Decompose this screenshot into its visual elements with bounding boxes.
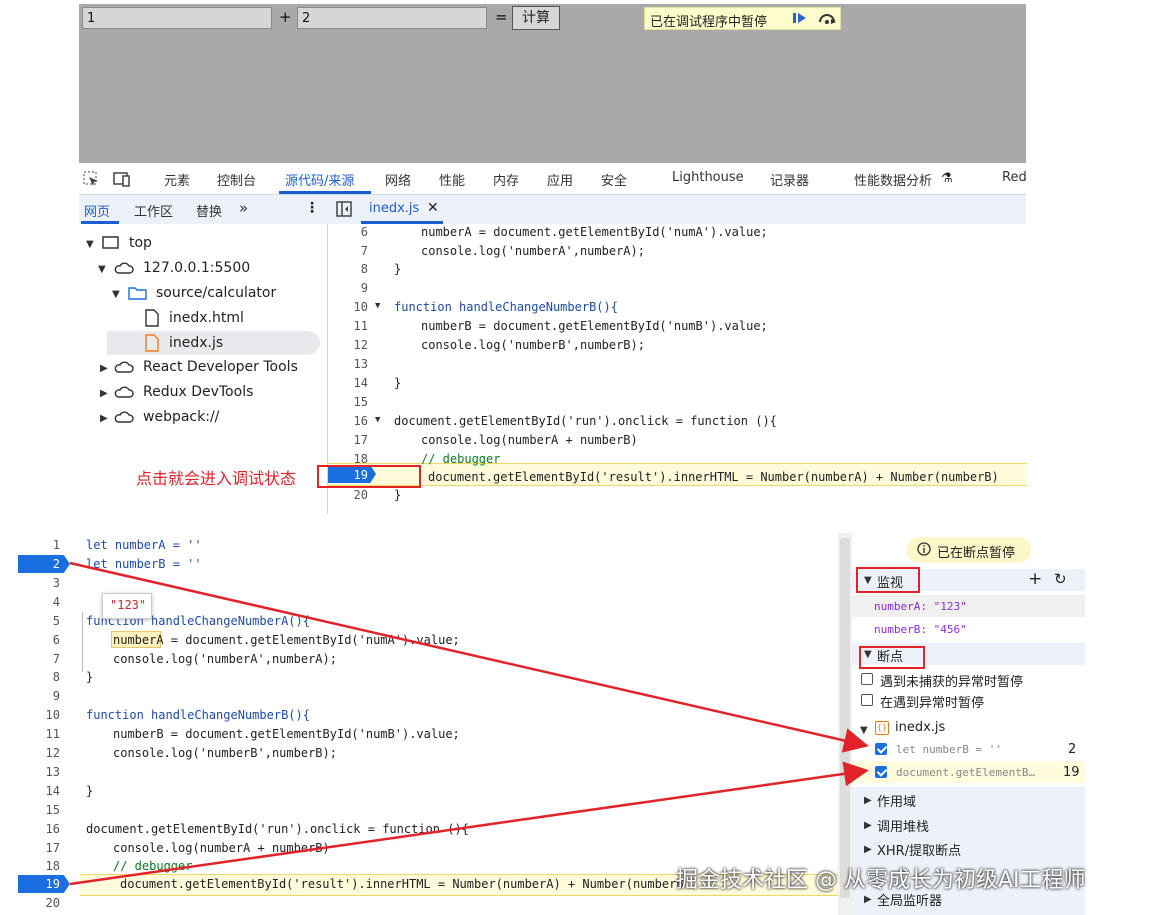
- watermark: 掘金技术社区 @ 从零成长为初级AI工程师: [676, 868, 1086, 893]
- annotation-arrows: [69, 561, 869, 886]
- arrow-line-2-to-breakpoint: [69, 561, 869, 753]
